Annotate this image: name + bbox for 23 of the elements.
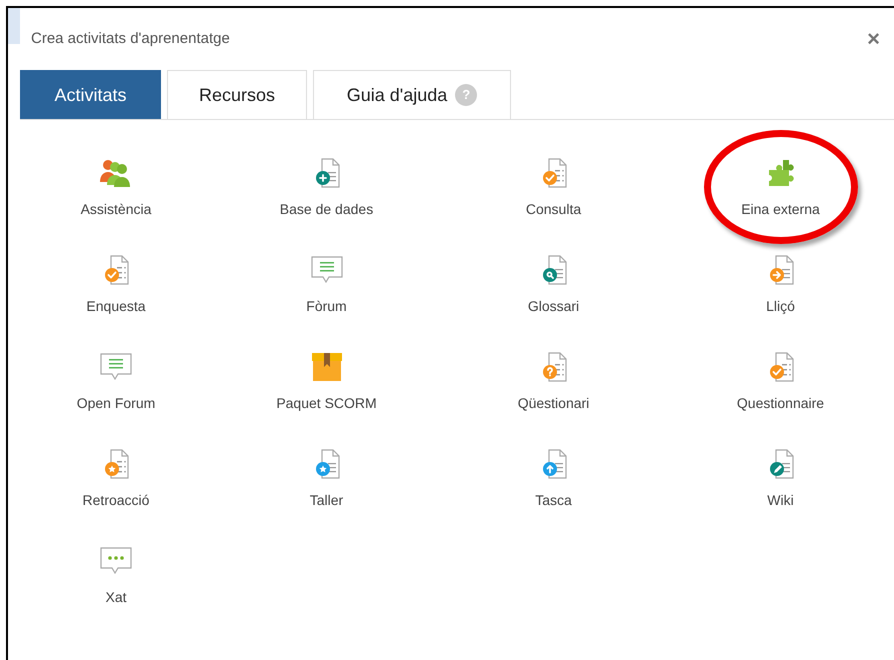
activity-label[interactable]: Xat — [105, 587, 126, 608]
tab[interactable]: Guia d'ajuda ? — [313, 70, 511, 119]
activity-label[interactable]: Paquet SCORM — [276, 393, 377, 414]
activity-label[interactable]: Eina externa — [741, 199, 820, 220]
activity-label[interactable]: Open Forum — [76, 393, 156, 414]
activity-label[interactable]: Assistència — [80, 199, 152, 220]
activity-label[interactable]: Glossari — [528, 296, 580, 317]
activity-label[interactable]: Consulta — [526, 199, 582, 220]
help-icon: ? — [455, 84, 478, 106]
activity-label[interactable]: Base de dades — [280, 199, 374, 220]
activity-label[interactable]: Retroacció — [82, 490, 150, 511]
activity-label[interactable]: Fòrum — [306, 296, 347, 317]
tab[interactable]: Recursos — [167, 70, 307, 119]
tab[interactable]: Activitats — [20, 70, 161, 119]
activity-label[interactable]: Taller — [310, 490, 344, 511]
dialog-title: Crea activitats d'aprenentatge — [31, 28, 230, 49]
close-button[interactable]: × — [867, 28, 880, 50]
activity-label[interactable]: Wiki — [767, 490, 794, 511]
activity-label[interactable]: Tasca — [535, 490, 572, 511]
activity-label[interactable]: Lliçó — [766, 296, 795, 317]
activity-label[interactable]: Qüestionari — [518, 393, 590, 414]
activity-label[interactable]: Enquesta — [86, 296, 146, 317]
activity-label[interactable]: Questionnaire — [736, 393, 824, 414]
